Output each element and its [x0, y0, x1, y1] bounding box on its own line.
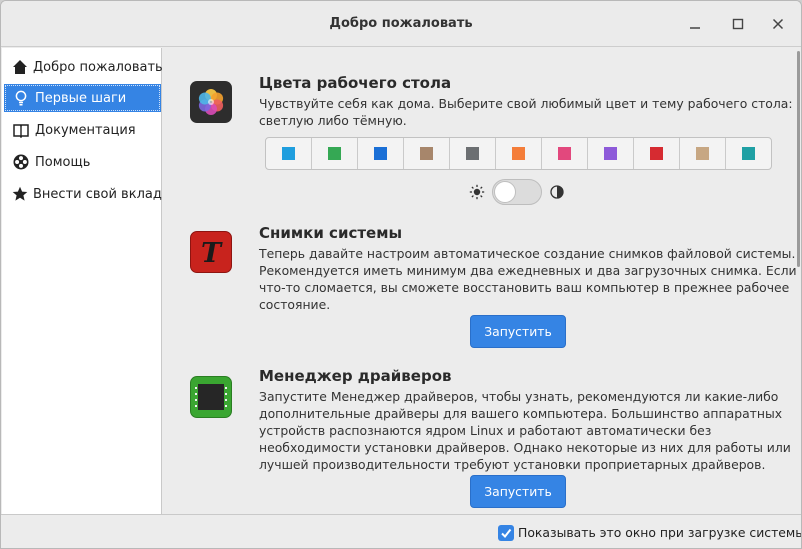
- lifebuoy-icon: [12, 153, 30, 171]
- close-button[interactable]: [768, 14, 788, 34]
- color-chip: [420, 147, 433, 160]
- snapshots-description: Теперь давайте настроим автоматическое с…: [259, 245, 797, 313]
- maximize-button[interactable]: [728, 14, 748, 34]
- desc-line: Теперь давайте настроим автоматическое с…: [259, 246, 796, 261]
- svg-text:T: T: [201, 238, 223, 269]
- color-chip: [328, 147, 341, 160]
- desc-line: состояние.: [259, 297, 331, 312]
- color-chip: [374, 147, 387, 160]
- colors-app-icon: [190, 81, 232, 123]
- welcome-window: Добро пожаловать Добро пожаловать Первые…: [0, 0, 802, 549]
- minimize-icon: [690, 27, 700, 29]
- driver-manager-app-icon: [190, 376, 232, 418]
- main-content: Цвета рабочего стола Чувствуйте себя как…: [163, 48, 801, 514]
- theme-toggle-row: [469, 178, 569, 206]
- sidebar-item-label: Помощь: [35, 154, 91, 170]
- switch-knob: [494, 181, 516, 203]
- sun-icon: [469, 184, 485, 200]
- drivers-description: Запустите Менеджер драйверов, чтобы узна…: [259, 388, 791, 473]
- desc-line: Рекомендуется иметь минимум два ежедневн…: [259, 263, 797, 278]
- colors-description: Чувствуйте себя как дома. Выберите свой …: [259, 95, 793, 129]
- content-scrollbar[interactable]: [797, 51, 800, 267]
- color-chip: [650, 147, 663, 160]
- launch-drivers-button[interactable]: Запустить: [470, 475, 566, 508]
- maximize-icon: [732, 18, 744, 30]
- sidebar-item-label: Первые шаги: [35, 90, 127, 106]
- checkmark-icon: [501, 528, 512, 539]
- desc-line: Чувствуйте себя как дома. Выберите свой …: [259, 96, 793, 111]
- star-icon: [12, 185, 28, 203]
- color-chip: [604, 147, 617, 160]
- lightbulb-icon: [12, 89, 30, 107]
- color-chip: [696, 147, 709, 160]
- timeshift-app-icon: T: [190, 231, 232, 273]
- launch-snapshots-button[interactable]: Запустить: [470, 315, 566, 348]
- colors-title: Цвета рабочего стола: [259, 74, 452, 92]
- desc-line: дополнительные драйверы для вашего компь…: [259, 406, 783, 421]
- color-chip: [742, 147, 755, 160]
- sidebar-item-contribute[interactable]: Внести свой вклад: [4, 180, 162, 208]
- color-swatch-button[interactable]: [542, 138, 588, 169]
- sidebar-item-label: Документация: [35, 122, 136, 138]
- footer-bar: Показывать это окно при загрузке системы: [1, 514, 802, 548]
- desc-line: лучшей производительности требуют устано…: [259, 457, 766, 472]
- color-chip: [466, 147, 479, 160]
- color-swatch-bar: [265, 137, 772, 170]
- sidebar-item-help[interactable]: Помощь: [4, 148, 161, 176]
- color-swatch-button[interactable]: [358, 138, 404, 169]
- show-on-startup-label: Показывать это окно при загрузке системы: [518, 525, 802, 540]
- sidebar: Добро пожаловать Первые шаги Документаци…: [2, 48, 163, 514]
- color-chip: [558, 147, 571, 160]
- sidebar-item-documentation[interactable]: Документация: [4, 116, 161, 144]
- sidebar-item-welcome[interactable]: Добро пожаловать: [4, 53, 163, 81]
- color-swatch-button[interactable]: [726, 138, 771, 169]
- minimize-button[interactable]: [685, 14, 705, 34]
- sidebar-item-label: Внести свой вклад: [33, 186, 162, 202]
- titlebar: Добро пожаловать: [1, 1, 801, 47]
- moon-icon: [550, 185, 564, 199]
- color-swatch-button[interactable]: [588, 138, 634, 169]
- close-icon: [772, 18, 784, 30]
- color-chip: [512, 147, 525, 160]
- desc-line: что-то сломается, вы сможете восстановит…: [259, 280, 790, 295]
- sidebar-item-first-steps[interactable]: Первые шаги: [4, 84, 161, 112]
- desc-line: устройств распознаются ядром Linux и раб…: [259, 423, 712, 438]
- color-swatch-button[interactable]: [312, 138, 358, 169]
- color-swatch-button[interactable]: [496, 138, 542, 169]
- window-title: Добро пожаловать: [329, 16, 473, 31]
- color-swatch-button[interactable]: [450, 138, 496, 169]
- desc-line: светлую либо тёмную.: [259, 113, 407, 128]
- desc-line: необходимости установки драйверов. Однак…: [259, 440, 791, 455]
- color-swatch-button[interactable]: [404, 138, 450, 169]
- color-swatch-button[interactable]: [266, 138, 312, 169]
- book-icon: [12, 121, 30, 139]
- dark-mode-switch[interactable]: [492, 179, 542, 205]
- sidebar-item-label: Добро пожаловать: [33, 59, 163, 75]
- drivers-title: Менеджер драйверов: [259, 367, 452, 385]
- color-swatch-button[interactable]: [680, 138, 726, 169]
- snapshots-title: Снимки системы: [259, 224, 403, 242]
- show-on-startup-checkbox[interactable]: [498, 525, 514, 541]
- home-icon: [12, 58, 28, 76]
- color-chip: [282, 147, 295, 160]
- color-swatch-button[interactable]: [634, 138, 680, 169]
- desc-line: Запустите Менеджер драйверов, чтобы узна…: [259, 389, 779, 404]
